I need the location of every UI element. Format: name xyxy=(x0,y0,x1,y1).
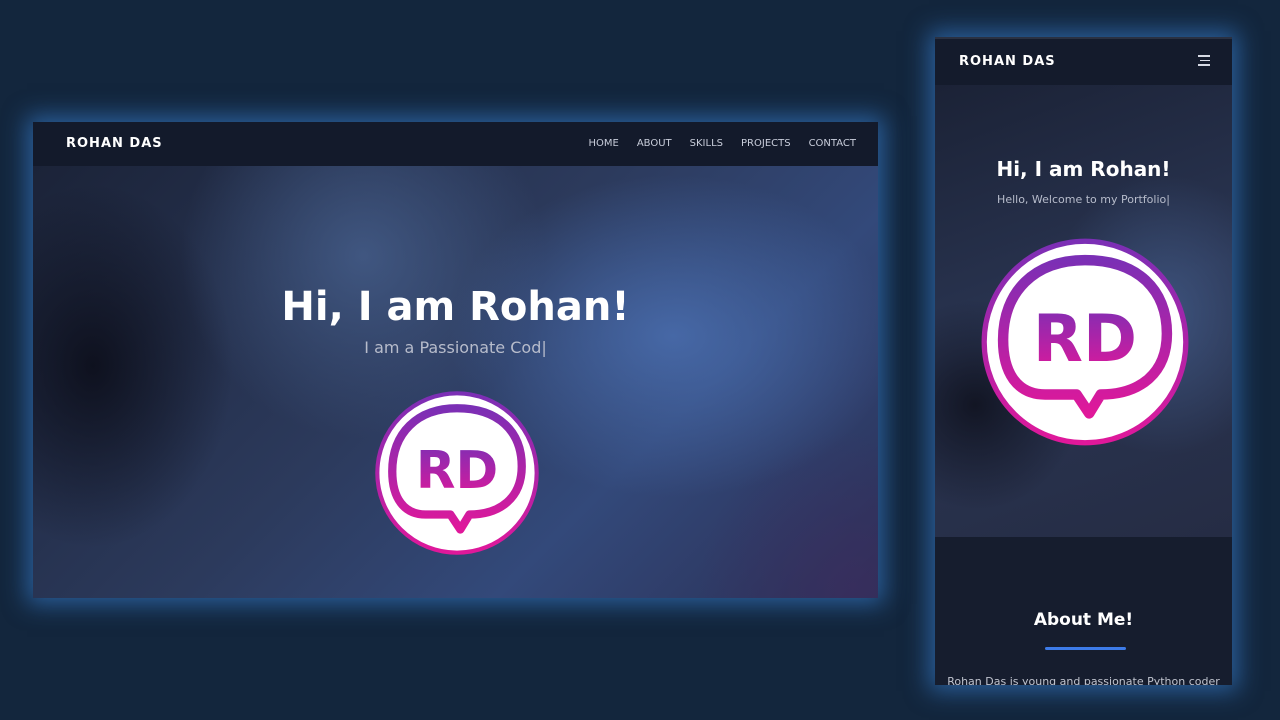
mobile-hero-typing-subtitle: Hello, Welcome to my Portfolio| xyxy=(997,193,1170,206)
rd-logo-icon: RD xyxy=(375,391,539,555)
nav-link-skills[interactable]: SKILLS xyxy=(690,138,723,149)
hero-section: Hi, I am Rohan! I am a Passionate Cod| R… xyxy=(33,166,878,598)
svg-text:RD: RD xyxy=(1033,302,1137,377)
hero-typing-subtitle: I am a Passionate Cod| xyxy=(364,338,547,357)
mobile-rd-logo-icon: RD xyxy=(981,238,1189,446)
mobile-hero-title: Hi, I am Rohan! xyxy=(996,157,1171,181)
nav-link-about[interactable]: ABOUT xyxy=(637,138,672,149)
mobile-preview: ROHAN DAS Hi, I am Rohan! Hello, Welcome… xyxy=(935,37,1232,685)
svg-text:RD: RD xyxy=(416,441,498,501)
mobile-hero-section: Hi, I am Rohan! Hello, Welcome to my Por… xyxy=(935,85,1232,537)
nav-menu: HOME ABOUT SKILLS PROJECTS CONTACT xyxy=(588,138,856,149)
mobile-brand-logo[interactable]: ROHAN DAS xyxy=(959,54,1056,69)
about-section-title: About Me! xyxy=(1033,610,1134,630)
nav-link-home[interactable]: HOME xyxy=(588,138,618,149)
nav-link-contact[interactable]: CONTACT xyxy=(809,138,856,149)
brand-logo[interactable]: ROHAN DAS xyxy=(66,136,163,151)
about-title-underline xyxy=(1045,647,1126,650)
about-description: Rohan Das is young and passionate Python… xyxy=(947,675,1220,685)
navbar: ROHAN DAS HOME ABOUT SKILLS PROJECTS CON… xyxy=(33,122,878,166)
nav-link-projects[interactable]: PROJECTS xyxy=(741,138,791,149)
hero-title: Hi, I am Rohan! xyxy=(281,284,630,330)
hamburger-icon[interactable] xyxy=(1196,55,1210,67)
mobile-navbar: ROHAN DAS xyxy=(935,37,1232,85)
desktop-preview: ROHAN DAS HOME ABOUT SKILLS PROJECTS CON… xyxy=(33,122,878,598)
